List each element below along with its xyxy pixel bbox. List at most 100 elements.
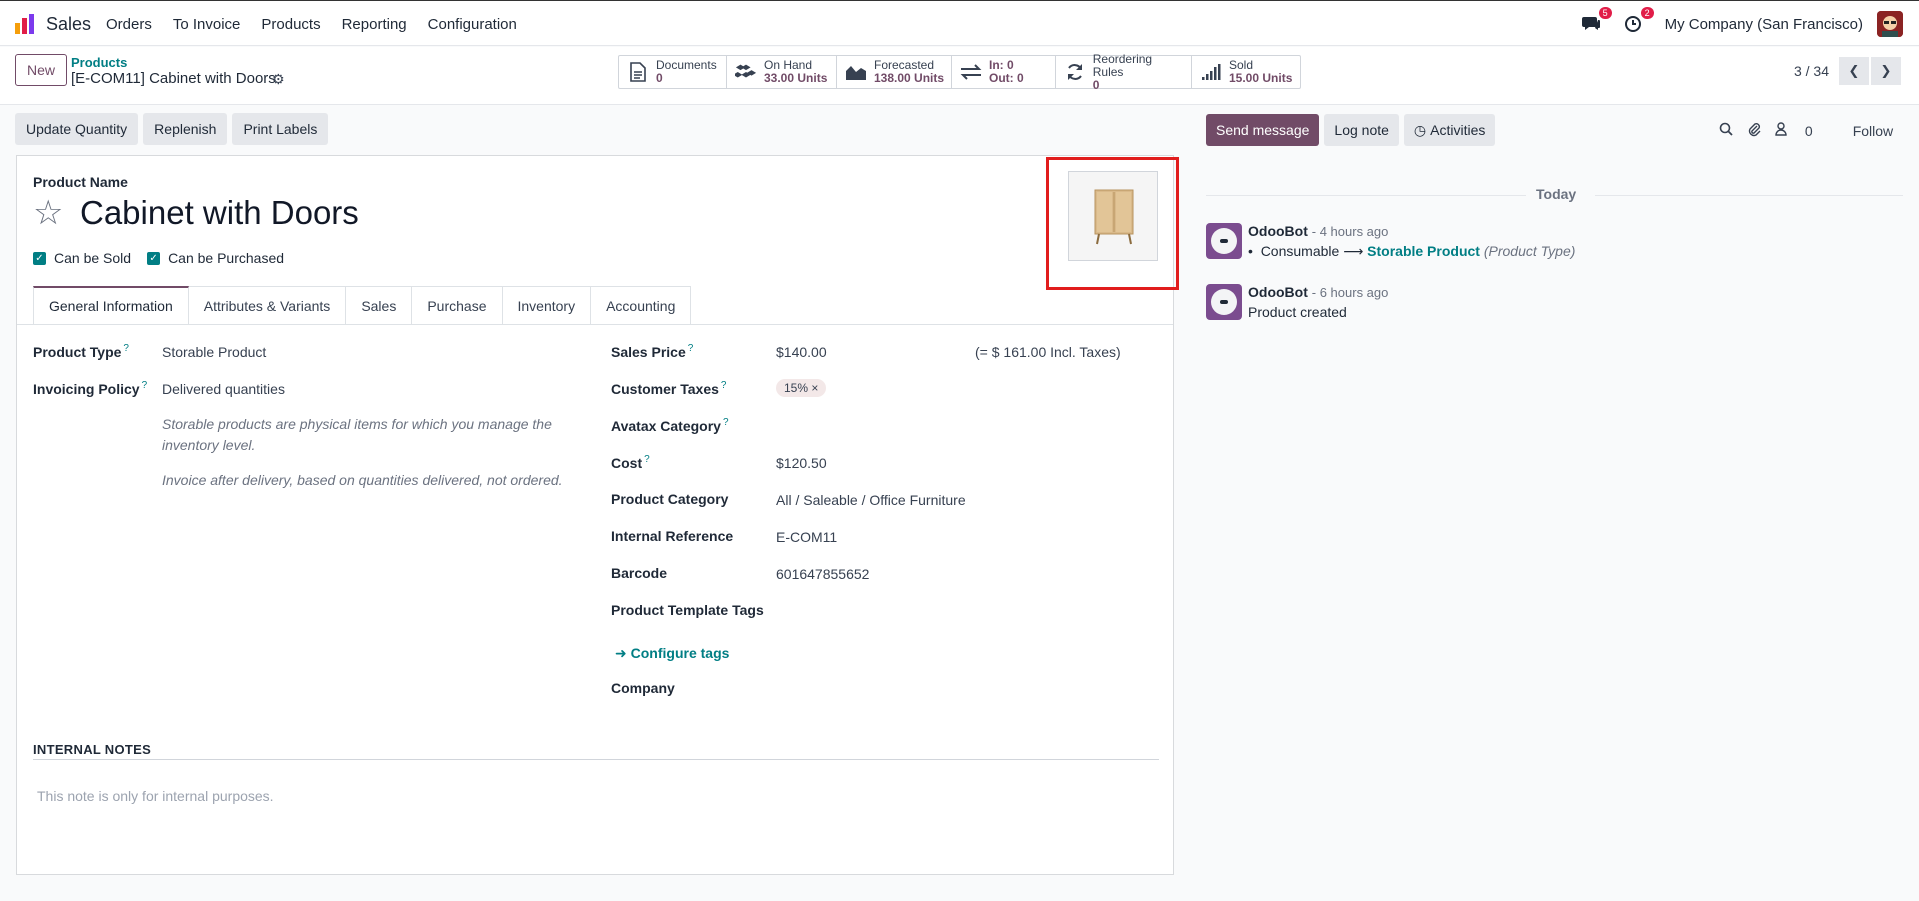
separator-line bbox=[1595, 195, 1903, 196]
help-icon[interactable]: ? bbox=[688, 343, 694, 354]
send-message-button[interactable]: Send message bbox=[1206, 114, 1320, 146]
product-type-field[interactable]: Storable Product bbox=[162, 344, 266, 360]
menu-configuration[interactable]: Configuration bbox=[428, 16, 517, 33]
activities-button[interactable]: ◷ Activities bbox=[1403, 114, 1496, 146]
remove-tag-icon[interactable]: × bbox=[811, 381, 818, 395]
odoobot-avatar[interactable] bbox=[1206, 223, 1242, 259]
product-name-field[interactable]: Cabinet with Doors bbox=[80, 194, 359, 232]
smart-button-in-out[interactable]: In: 0 Out: 0 bbox=[952, 56, 1056, 88]
invoicing-policy-help: Invoice after delivery, based on quantit… bbox=[162, 472, 563, 488]
checkmark-icon: ✓ bbox=[33, 251, 46, 265]
log-note-button[interactable]: Log note bbox=[1324, 114, 1399, 146]
status-bar-buttons: Update Quantity Replenish Print Labels bbox=[15, 113, 333, 145]
message-author: OdooBot - 4 hours ago bbox=[1248, 223, 1389, 239]
customer-taxes-field[interactable]: 15% × bbox=[776, 379, 827, 397]
menu-to-invoice[interactable]: To Invoice bbox=[173, 16, 241, 33]
gear-icon[interactable]: ⚙ bbox=[272, 71, 285, 88]
exchange-icon bbox=[960, 62, 982, 82]
tabs-divider bbox=[17, 324, 1173, 325]
pager: 3 / 34 ❮ ❯ bbox=[1794, 57, 1901, 85]
product-name-label: Product Name bbox=[33, 174, 128, 190]
on-hand-value: 33.00 Units bbox=[764, 71, 828, 85]
print-labels-button[interactable]: Print Labels bbox=[232, 113, 329, 145]
today-label: Today bbox=[1536, 186, 1577, 202]
tab-general-information[interactable]: General Information bbox=[33, 286, 189, 325]
help-icon[interactable]: ? bbox=[644, 454, 650, 465]
out-label: Out: 0 bbox=[989, 71, 1024, 85]
pager-value[interactable]: 3 / 34 bbox=[1794, 63, 1829, 79]
smart-button-on-hand[interactable]: On Hand 33.00 Units bbox=[727, 56, 837, 88]
form-sheet: Product Name ☆ Cabinet with Doors ✓ Can b… bbox=[16, 155, 1179, 875]
user-icon bbox=[1775, 122, 1787, 139]
can-be-sold-checkbox[interactable]: ✓ Can be Sold bbox=[33, 250, 131, 266]
sales-price-field[interactable]: $140.00 bbox=[776, 344, 827, 360]
new-button[interactable]: New bbox=[15, 54, 67, 86]
barcode-field[interactable]: 601647855652 bbox=[776, 566, 869, 582]
smart-button-documents[interactable]: Documents 0 bbox=[619, 56, 727, 88]
messages-icon[interactable]: 5 bbox=[1581, 7, 1612, 35]
chevron-right-icon: ❯ bbox=[1880, 63, 1892, 78]
pager-previous-button[interactable]: ❮ bbox=[1839, 57, 1869, 85]
help-icon[interactable]: ? bbox=[123, 343, 129, 354]
pager-next-button[interactable]: ❯ bbox=[1871, 57, 1901, 85]
invoicing-policy-field[interactable]: Delivered quantities bbox=[162, 381, 285, 397]
top-navbar: Sales Orders To Invoice Products Reporti… bbox=[0, 0, 1919, 46]
smart-button-sold[interactable]: Sold 15.00 Units bbox=[1192, 56, 1300, 88]
cost-field[interactable]: $120.50 bbox=[776, 455, 827, 471]
reordering-label: Reordering Rules bbox=[1092, 51, 1153, 79]
main-menu: Orders To Invoice Products Reporting Con… bbox=[106, 16, 538, 33]
menu-orders[interactable]: Orders bbox=[106, 16, 152, 33]
can-be-purchased-checkbox[interactable]: ✓ Can be Purchased bbox=[147, 250, 284, 266]
update-quantity-button[interactable]: Update Quantity bbox=[15, 113, 139, 145]
internal-notes-title: INTERNAL NOTES bbox=[33, 742, 152, 757]
arrow-right-icon: ⟶ bbox=[1343, 243, 1364, 259]
user-avatar[interactable] bbox=[1877, 11, 1903, 37]
search-icon[interactable] bbox=[1719, 122, 1733, 139]
form-tabs: General Information Attributes & Variant… bbox=[33, 286, 692, 325]
product-category-field[interactable]: All / Saleable / Office Furniture bbox=[776, 492, 966, 508]
internal-reference-field[interactable]: E-COM11 bbox=[776, 529, 837, 545]
app-name[interactable]: Sales bbox=[46, 14, 91, 35]
company-switcher[interactable]: My Company (San Francisco) bbox=[1665, 16, 1863, 33]
menu-reporting[interactable]: Reporting bbox=[342, 16, 407, 33]
internal-notes-field[interactable]: This note is only for internal purposes. bbox=[37, 788, 274, 804]
activities-icon[interactable]: 2 bbox=[1623, 7, 1654, 35]
product-flags: ✓ Can be Sold ✓ Can be Purchased bbox=[33, 250, 300, 266]
smart-button-forecasted[interactable]: Forecasted 138.00 Units bbox=[837, 56, 952, 88]
tab-attributes-variants[interactable]: Attributes & Variants bbox=[188, 286, 347, 325]
tax-tag: 15% × bbox=[776, 379, 827, 397]
product-template-tags-label: Product Template Tags bbox=[611, 602, 764, 618]
tab-purchase[interactable]: Purchase bbox=[412, 286, 503, 325]
tab-inventory[interactable]: Inventory bbox=[502, 286, 592, 325]
date-separator: Today bbox=[1206, 186, 1903, 204]
sales-app-icon[interactable] bbox=[14, 13, 36, 35]
checkmark-icon: ✓ bbox=[147, 251, 161, 265]
help-icon[interactable]: ? bbox=[721, 380, 727, 391]
chatter-tools: 0 Follow bbox=[1719, 121, 1893, 140]
forecasted-value: 138.00 Units bbox=[874, 71, 945, 85]
paperclip-icon[interactable] bbox=[1747, 121, 1761, 140]
odoobot-avatar[interactable] bbox=[1206, 284, 1242, 320]
favorite-star-icon[interactable]: ☆ bbox=[33, 196, 63, 230]
configure-tags-link[interactable]: ➜ Configure tags bbox=[615, 645, 729, 662]
chevron-left-icon: ❮ bbox=[1848, 63, 1860, 78]
tracking-change: • Consumable ⟶ Storable Product (Product… bbox=[1248, 243, 1576, 259]
product-image[interactable] bbox=[1068, 171, 1158, 261]
company-label: Company bbox=[611, 680, 675, 696]
follow-button[interactable]: Follow bbox=[1853, 123, 1893, 139]
documents-value: 0 bbox=[656, 71, 663, 85]
product-type-help: Storable products are physical items for… bbox=[162, 416, 552, 453]
breadcrumb-current: [E-COM11] Cabinet with Doors bbox=[71, 70, 276, 87]
help-icon[interactable]: ? bbox=[142, 380, 148, 391]
smart-button-reordering[interactable]: Reordering Rules 0 bbox=[1056, 51, 1192, 91]
tab-accounting[interactable]: Accounting bbox=[591, 286, 692, 325]
replenish-button[interactable]: Replenish bbox=[143, 113, 228, 145]
help-icon[interactable]: ? bbox=[723, 417, 729, 428]
clock-icon: ◷ bbox=[1413, 121, 1427, 138]
tab-sales[interactable]: Sales bbox=[346, 286, 413, 325]
area-chart-icon bbox=[845, 62, 867, 82]
breadcrumb-parent[interactable]: Products bbox=[71, 55, 127, 70]
menu-products[interactable]: Products bbox=[261, 16, 320, 33]
followers-button[interactable]: 0 bbox=[1775, 122, 1827, 139]
sales-price-label: Sales Price? bbox=[611, 343, 694, 360]
